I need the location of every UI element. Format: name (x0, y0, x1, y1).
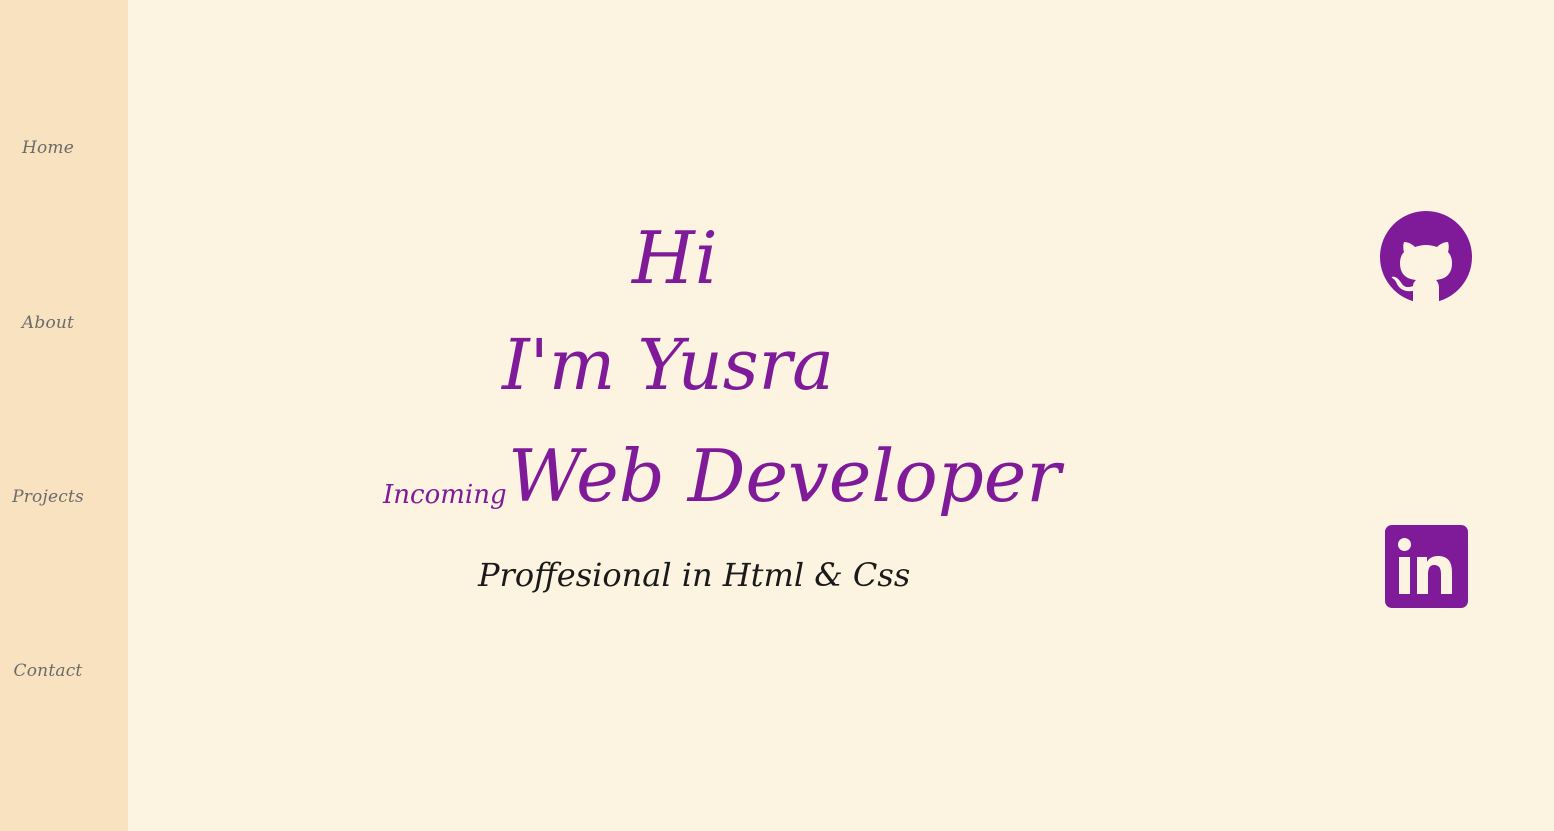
github-link[interactable] (1380, 211, 1472, 303)
sidebar-nav: Home About Projects Contact (0, 0, 128, 831)
nav-link-contact[interactable]: Contact (0, 661, 96, 681)
hero-role: Web Developer (508, 434, 1061, 518)
nav-link-home[interactable]: Home (0, 138, 96, 158)
hero-tagline: Proffesional in Html & Css (478, 556, 911, 594)
hero-name: I'm Yusra (502, 324, 834, 406)
linkedin-icon (1385, 525, 1468, 608)
nav-link-about[interactable]: About (0, 313, 96, 333)
hero-greeting: Hi (632, 216, 718, 300)
github-icon (1380, 211, 1472, 303)
linkedin-link[interactable] (1385, 525, 1468, 608)
nav-link-projects[interactable]: Projects (0, 487, 96, 507)
hero-role-prefix: Incoming (383, 480, 507, 510)
page: Home About Projects Contact Hi I'm Yusra… (0, 0, 1554, 831)
